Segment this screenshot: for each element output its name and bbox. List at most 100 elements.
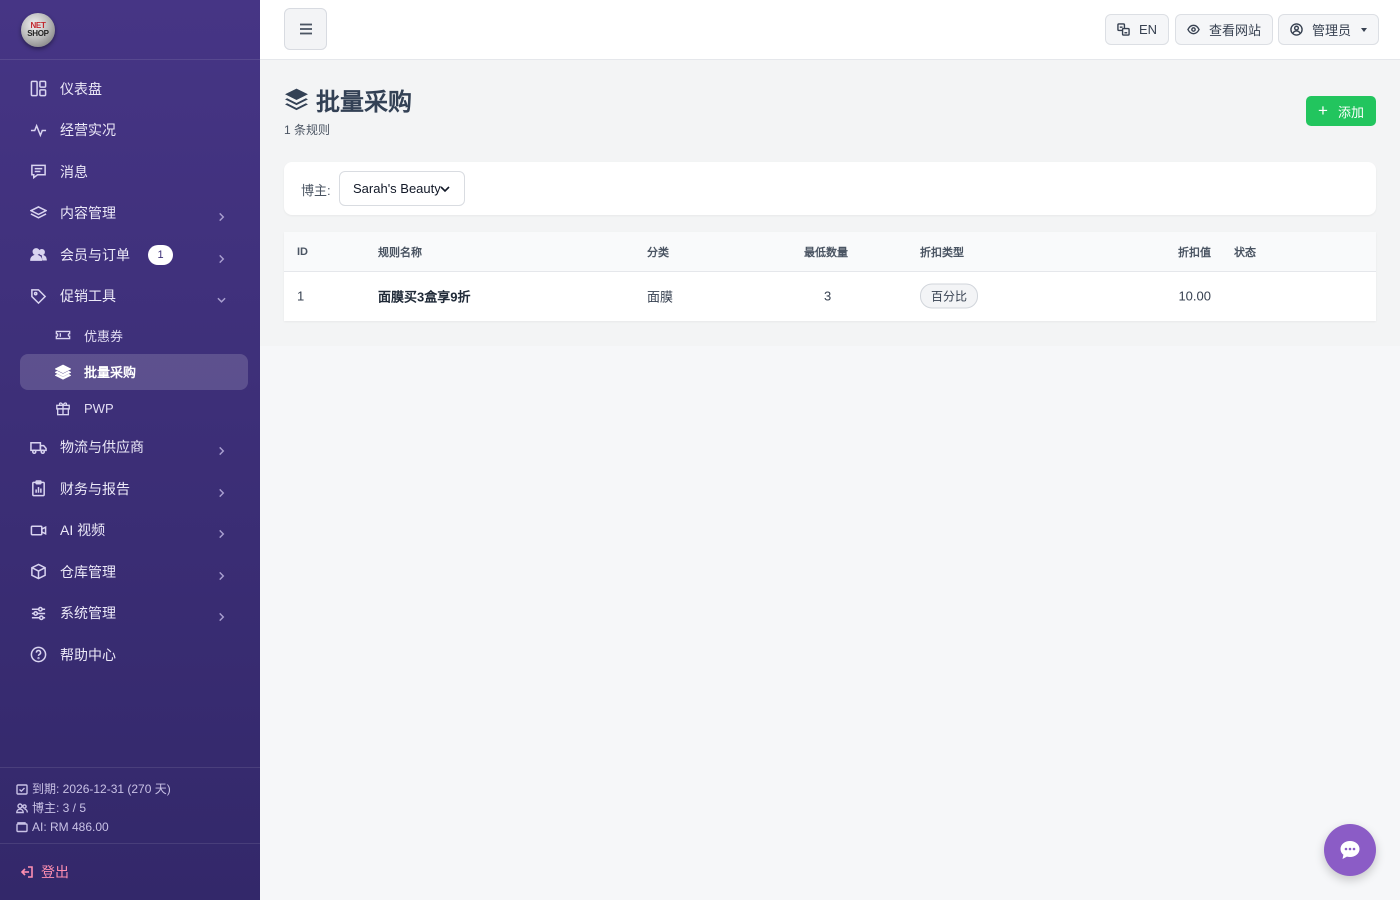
- chevron-right-icon: [217, 484, 226, 497]
- notification-badge: 1: [148, 244, 173, 265]
- blogger-filter-label: 博主:: [301, 183, 331, 198]
- sidebar-nav: 仪表盘 经营实况 消息 内容管理 会员与订单 1 促销工具 优惠券 批量采购 P…: [0, 60, 260, 676]
- sidebar-item-system[interactable]: 系统管理: [0, 593, 260, 635]
- column-header-status[interactable]: 状态: [1234, 244, 1256, 260]
- plus-icon: +: [1318, 101, 1328, 120]
- sidebar-item-ai-video[interactable]: AI 视频: [0, 510, 260, 552]
- cell-discount-value: 10.00: [1178, 288, 1211, 304]
- sidebar-item-members-orders[interactable]: 会员与订单 1: [0, 234, 260, 276]
- chat-button[interactable]: [1324, 824, 1376, 876]
- sidebar-subitem-label: 优惠券: [84, 328, 124, 344]
- main-content: 批量采购 1 条规则 + 添加 博主: Sarah's Beauty ID 规则…: [260, 60, 1400, 346]
- translate-icon: [1117, 23, 1130, 36]
- cell-min-qty: 3: [824, 288, 832, 304]
- sidebar-item-promotions[interactable]: 促销工具: [0, 276, 260, 318]
- column-header-id[interactable]: ID: [297, 246, 308, 258]
- chat-icon: [1340, 841, 1360, 859]
- rules-table: ID 规则名称 分类 最低数量 折扣类型 折扣值 状态 1 面膜买3盒享9折 面…: [284, 232, 1376, 321]
- column-header-discount-type[interactable]: 折扣类型: [920, 244, 964, 260]
- help-icon: [30, 646, 47, 663]
- truck-icon: [30, 439, 47, 456]
- sliders-icon: [30, 605, 47, 622]
- add-button[interactable]: + 添加: [1306, 96, 1376, 126]
- logout-button[interactable]: 登出: [0, 843, 260, 900]
- sidebar-item-label: 仓库管理: [60, 563, 116, 580]
- menu-toggle-button[interactable]: [284, 8, 327, 50]
- column-header-discount-value[interactable]: 折扣值: [1178, 244, 1211, 260]
- sidebar-item-label: 会员与订单: [60, 246, 130, 263]
- logo-area: NET SHOP: [0, 0, 260, 60]
- users-icon: [30, 246, 47, 263]
- eye-icon: [1187, 24, 1200, 35]
- gift-icon: [54, 400, 71, 417]
- column-header-category[interactable]: 分类: [647, 244, 669, 260]
- sidebar-item-logistics[interactable]: 物流与供应商: [0, 427, 260, 469]
- admin-menu-button[interactable]: 管理员: [1278, 14, 1380, 45]
- cell-rule-name[interactable]: 面膜买3盒享9折: [378, 287, 470, 306]
- chevron-right-icon: [217, 250, 226, 263]
- user-circle-icon: [1290, 23, 1303, 36]
- sidebar-item-label: 仪表盘: [60, 80, 102, 97]
- chevron-down-icon: [440, 186, 450, 193]
- chevron-right-icon: [217, 443, 226, 456]
- sidebar-item-finance[interactable]: 财务与报告: [0, 468, 260, 510]
- account-summary: 到期: 2026-12-31 (270 天) 博主: 3 / 5 AI: RM …: [0, 767, 260, 836]
- sidebar-item-messages[interactable]: 消息: [0, 151, 260, 193]
- table-header: ID 规则名称 分类 最低数量 折扣类型 折扣值 状态: [284, 232, 1376, 272]
- page-title: 批量采购: [284, 82, 412, 117]
- sidebar-item-live-ops[interactable]: 经营实况: [0, 110, 260, 152]
- box-icon: [30, 563, 47, 580]
- chevron-down-icon: [217, 292, 226, 304]
- sidebar-item-dashboard[interactable]: 仪表盘: [0, 68, 260, 110]
- ticket-icon: [54, 327, 71, 344]
- expiry-info: 到期: 2026-12-31 (270 天): [16, 779, 260, 798]
- cell-category: 面膜: [647, 289, 674, 305]
- sidebar-item-label: 帮助中心: [60, 646, 116, 663]
- sidebar-item-warehouse[interactable]: 仓库管理: [0, 551, 260, 593]
- message-icon: [30, 163, 47, 180]
- sidebar-item-content[interactable]: 内容管理: [0, 193, 260, 235]
- dashboard-icon: [30, 80, 47, 97]
- sidebar-subitem-pwp[interactable]: PWP: [0, 390, 260, 427]
- sidebar-item-label: 消息: [60, 163, 88, 180]
- sidebar-subitem-label: 批量采购: [84, 365, 137, 381]
- language-button[interactable]: EN: [1105, 14, 1170, 45]
- sidebar: NET SHOP 仪表盘 经营实况 消息 内容管理 会员与订单 1 促销工具 优…: [0, 0, 260, 900]
- blogger-count: 博主: 3 / 5: [16, 798, 260, 817]
- sidebar-item-label: 物流与供应商: [60, 439, 144, 456]
- wallet-icon: [16, 821, 28, 832]
- sidebar-item-label: 系统管理: [60, 605, 116, 622]
- sidebar-subitem-bulk-purchase[interactable]: 批量采购: [20, 353, 248, 390]
- view-site-button[interactable]: 查看网站: [1175, 14, 1274, 45]
- column-header-min-qty[interactable]: 最低数量: [804, 244, 848, 260]
- cell-id: 1: [297, 288, 305, 304]
- ai-balance: AI: RM 486.00: [16, 817, 260, 836]
- table-row[interactable]: 1 面膜买3盒享9折 面膜 3 百分比 10.00: [284, 272, 1376, 320]
- layers-icon: [54, 363, 71, 380]
- netshop-logo[interactable]: NET SHOP: [21, 12, 55, 47]
- caret-down-icon: [1361, 27, 1368, 32]
- activity-icon: [30, 122, 47, 139]
- calendar-check-icon: [16, 783, 28, 795]
- sidebar-item-label: 促销工具: [60, 288, 116, 305]
- logout-icon: [20, 866, 33, 878]
- column-header-rule-name[interactable]: 规则名称: [378, 244, 422, 260]
- blogger-select[interactable]: Sarah's Beauty: [339, 171, 465, 206]
- chevron-right-icon: [217, 526, 226, 539]
- topbar: EN 查看网站 管理员: [260, 0, 1400, 60]
- users-icon: [16, 802, 28, 813]
- discount-type-badge: 百分比: [920, 283, 979, 309]
- filter-card: 博主: Sarah's Beauty: [284, 162, 1376, 215]
- report-icon: [30, 480, 47, 497]
- sidebar-subitem-coupons[interactable]: 优惠券: [0, 317, 260, 354]
- tag-icon: [30, 288, 47, 305]
- chevron-right-icon: [217, 209, 226, 222]
- chevron-right-icon: [217, 609, 226, 622]
- sidebar-item-label: 内容管理: [60, 205, 116, 222]
- video-icon: [30, 522, 47, 539]
- layers-icon: [30, 205, 47, 222]
- sidebar-item-help[interactable]: 帮助中心: [0, 634, 260, 676]
- sidebar-item-label: 财务与报告: [60, 480, 130, 497]
- hamburger-icon: [299, 23, 312, 35]
- chevron-right-icon: [217, 567, 226, 580]
